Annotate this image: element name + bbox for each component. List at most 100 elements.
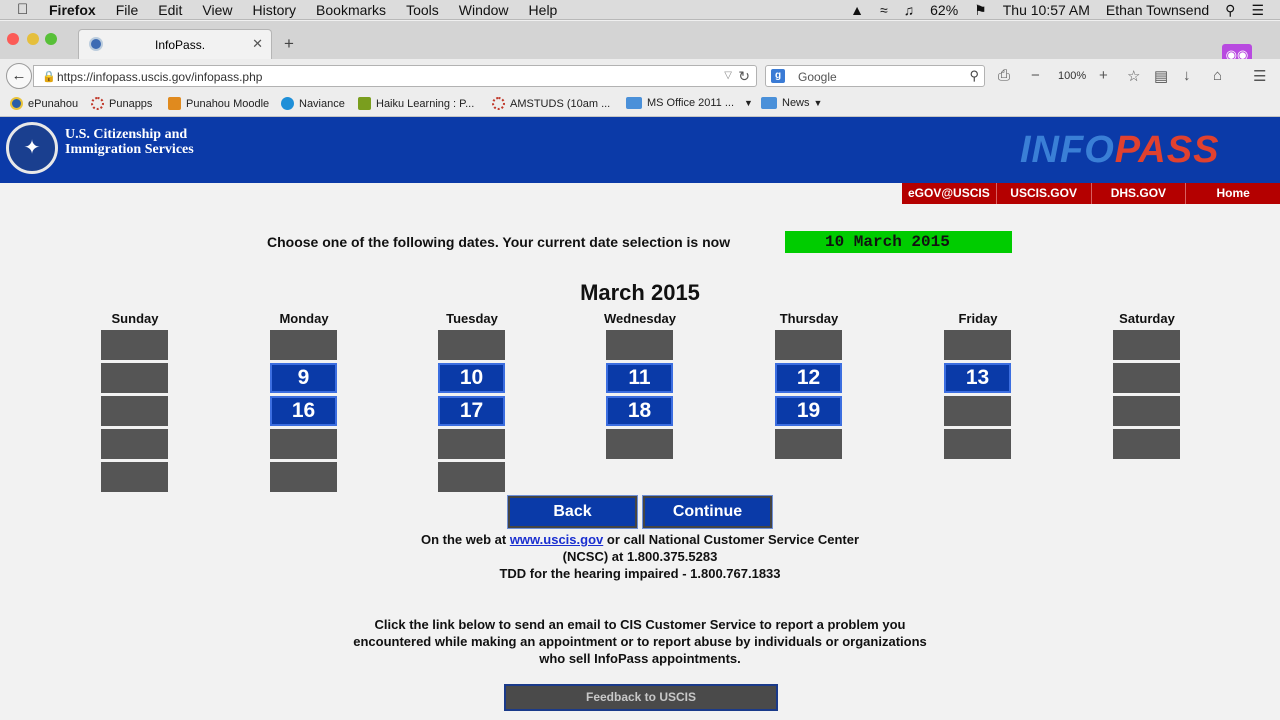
menu-help[interactable]: Help <box>529 2 558 18</box>
menu-tools[interactable]: Tools <box>406 2 439 18</box>
bookmark-naviance[interactable]: Naviance <box>281 97 345 110</box>
volume-icon[interactable]: ♫ <box>904 2 915 18</box>
infopass-logo: INFOPASS <box>1020 129 1219 172</box>
naviance-icon <box>281 97 294 110</box>
ncsc-phone: (NCSC) at 1.800.375.5283 <box>562 549 718 564</box>
bookmark-label: MS Office 2011 ... <box>647 97 735 109</box>
empty-date-cell <box>101 363 168 393</box>
menu-window[interactable]: Window <box>459 2 509 18</box>
day-header-tuesday: Tuesday <box>446 311 498 326</box>
menu-edit[interactable]: Edit <box>158 2 182 18</box>
date-cell-18[interactable]: 18 <box>606 396 673 426</box>
menu-history[interactable]: History <box>252 2 296 18</box>
google-icon[interactable]: g <box>771 69 785 83</box>
report-text-line-2: encountered while making an appointment … <box>353 634 927 649</box>
zoom-out-icon[interactable]: − <box>1031 67 1040 84</box>
bookmark-news[interactable]: News ▼ <box>761 97 822 109</box>
apple-icon[interactable]:  <box>17 1 35 18</box>
bookmark-label: Punapps <box>109 97 153 110</box>
tab-strip: InfoPass. ✕ + ◉◉ <box>0 21 1280 66</box>
menu-bookmarks[interactable]: Bookmarks <box>316 2 386 18</box>
menu-view[interactable]: View <box>202 2 232 18</box>
home-icon[interactable]: ⌂ <box>1213 67 1222 84</box>
zoom-in-icon[interactable]: + <box>1099 67 1108 84</box>
empty-date-cell <box>944 396 1011 426</box>
date-cell-13[interactable]: 13 <box>944 363 1011 393</box>
tab-infopass[interactable]: InfoPass. ✕ <box>78 29 272 59</box>
empty-date-cell <box>270 429 337 459</box>
nav-uscis-gov[interactable]: USCIS.GOV <box>997 183 1092 204</box>
print-icon[interactable]: ⎙ <box>998 67 1010 84</box>
clock[interactable]: Thu 10:57 AM <box>1003 2 1090 18</box>
minimize-window-button[interactable] <box>27 33 39 45</box>
nav-egov[interactable]: eGOV@USCIS <box>902 183 997 204</box>
epunahou-icon <box>10 97 23 110</box>
uscis-link[interactable]: www.uscis.gov <box>510 532 603 547</box>
reading-list-icon[interactable]: ▤ <box>1154 67 1168 85</box>
bookmark-label: Haiku Learning : P... <box>376 97 475 110</box>
empty-date-cell <box>101 462 168 492</box>
wifi-icon[interactable]: ≈ <box>880 2 888 18</box>
nav-dhs-gov[interactable]: DHS.GOV <box>1092 183 1187 204</box>
logo-info: INFO <box>1020 129 1115 171</box>
search-input[interactable]: g Google ⚲ <box>765 65 985 87</box>
notifications-icon[interactable]: ☰ <box>1251 2 1264 19</box>
continue-button[interactable]: Continue <box>642 495 773 529</box>
bookmark-haiku-learning[interactable]: Haiku Learning : P... <box>358 97 474 110</box>
bookmark-star-icon[interactable]: ☆ <box>1127 67 1140 85</box>
date-cell-11[interactable]: 11 <box>606 363 673 393</box>
folder-icon <box>761 97 777 109</box>
bookmark-label: Naviance <box>299 97 345 110</box>
day-header-thursday: Thursday <box>779 311 839 326</box>
date-cell-12[interactable]: 12 <box>775 363 842 393</box>
moodle-icon <box>168 97 181 110</box>
close-window-button[interactable] <box>7 33 19 45</box>
back-arrow-icon[interactable]: ← <box>6 63 32 89</box>
history-dropdown-icon[interactable]: ▽ <box>724 70 732 81</box>
zoom-window-button[interactable] <box>45 33 57 45</box>
date-cell-9[interactable]: 9 <box>270 363 337 393</box>
agency-name: U.S. Citizenship and Immigration Service… <box>65 127 194 157</box>
bookmark-punahou-moodle[interactable]: Punahou Moodle <box>168 97 269 110</box>
bookmark-label: AMSTUDS (10am ... <box>510 97 611 110</box>
close-tab-icon[interactable]: ✕ <box>252 36 263 52</box>
date-cell-16[interactable]: 16 <box>270 396 337 426</box>
url-text[interactable]: https://infopass.uscis.gov/infopass.php <box>57 70 262 84</box>
chevron-down-icon: ▼ <box>744 98 753 108</box>
reload-icon[interactable]: ↻ <box>738 68 750 85</box>
menu-app-name[interactable]: Firefox <box>49 2 96 18</box>
date-cell-19[interactable]: 19 <box>775 396 842 426</box>
bookmark-ms-office[interactable]: MS Office 2011 ... ▼ <box>626 97 753 109</box>
empty-date-cell <box>101 330 168 360</box>
contact-suffix: or call National Customer Service Center <box>606 532 860 547</box>
drive-icon[interactable]: ▲ <box>850 2 864 18</box>
user-name[interactable]: Ethan Townsend <box>1106 2 1209 18</box>
day-header-sunday: Sunday <box>111 311 159 326</box>
new-tab-icon[interactable]: + <box>284 34 294 54</box>
bookmark-amstuds[interactable]: AMSTUDS (10am ... <box>492 97 610 110</box>
battery-percent[interactable]: 62% <box>930 2 958 18</box>
zoom-level[interactable]: 100% <box>1058 70 1086 82</box>
url-bar[interactable]: 🔒 https://infopass.uscis.gov/infopass.ph… <box>33 65 757 87</box>
menu-file[interactable]: File <box>116 2 139 18</box>
flag-icon[interactable]: ⚑ <box>974 2 987 19</box>
selected-date: 10 March 2015 <box>785 231 1012 253</box>
empty-date-cell <box>101 396 168 426</box>
nav-home[interactable]: Home <box>1186 183 1280 204</box>
spotlight-icon[interactable]: ⚲ <box>1225 2 1235 19</box>
day-header-saturday: Saturday <box>1119 311 1175 326</box>
downloads-icon[interactable]: ↓ <box>1183 67 1191 84</box>
hamburger-menu-icon[interactable]: ☰ <box>1253 67 1266 85</box>
back-button[interactable]: Back <box>507 495 638 529</box>
bookmark-label: Punahou Moodle <box>186 97 270 110</box>
chevron-down-icon: ▼ <box>813 98 823 108</box>
bookmark-epunahou[interactable]: ePunahou <box>10 97 78 110</box>
empty-date-cell <box>438 429 505 459</box>
search-icon[interactable]: ⚲ <box>969 68 979 84</box>
date-cell-17[interactable]: 17 <box>438 396 505 426</box>
feedback-button[interactable]: Feedback to USCIS <box>504 684 778 711</box>
site-top-nav: eGOV@USCIS USCIS.GOV DHS.GOV Home <box>902 183 1280 204</box>
date-cell-10[interactable]: 10 <box>438 363 505 393</box>
bookmark-punapps[interactable]: Punapps <box>91 97 152 110</box>
bookmark-label: ePunahou <box>28 97 79 110</box>
